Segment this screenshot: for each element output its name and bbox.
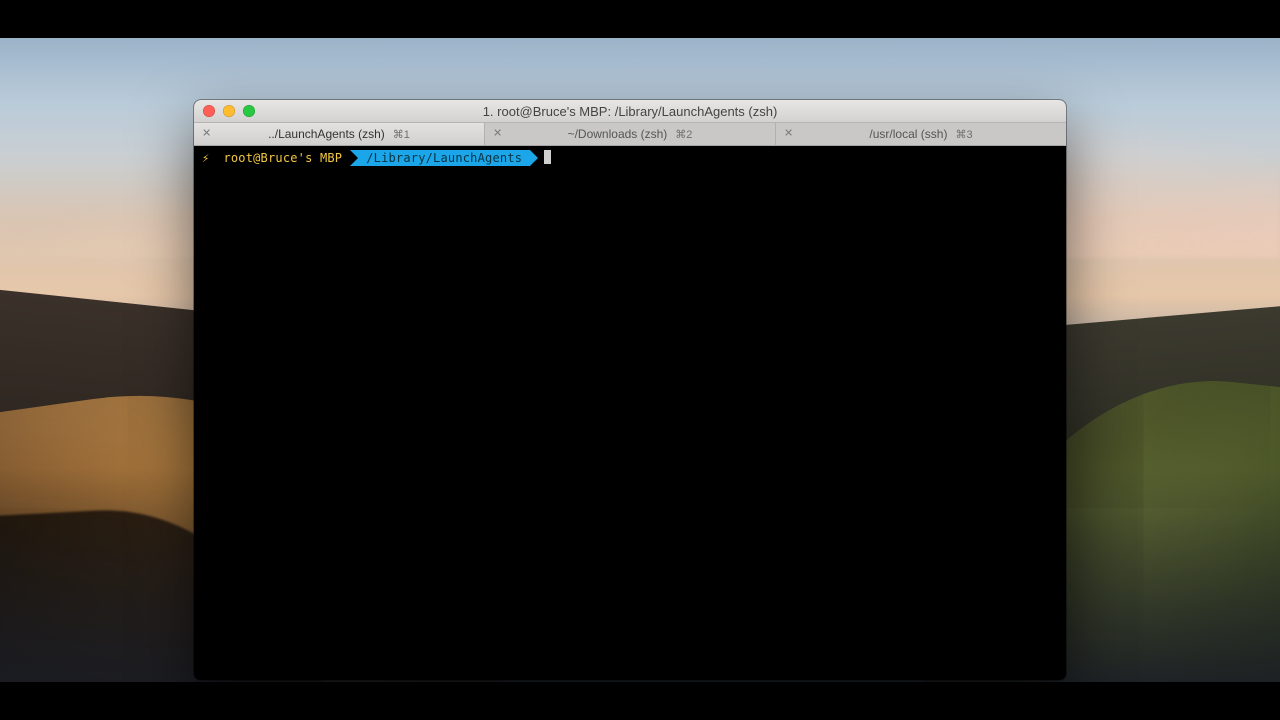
chevron-right-icon <box>350 150 358 166</box>
bolt-icon: ⚡ <box>202 150 215 166</box>
desktop-wallpaper: 1. root@Bruce's MBP: /Library/LaunchAgen… <box>0 38 1280 682</box>
tab-label: ~/Downloads (zsh) <box>568 127 668 141</box>
close-icon[interactable]: ✕ <box>202 129 211 140</box>
letterbox-bottom <box>0 682 1280 720</box>
tab-label: ../LaunchAgents (zsh) <box>268 127 385 141</box>
close-icon[interactable]: ✕ <box>493 129 502 140</box>
zoom-button[interactable] <box>243 105 255 117</box>
window-title: 1. root@Bruce's MBP: /Library/LaunchAgen… <box>483 104 778 119</box>
tab-shortcut: ⌘2 <box>675 128 692 141</box>
minimize-button[interactable] <box>223 105 235 117</box>
cursor <box>544 150 551 164</box>
tab-3[interactable]: ✕ /usr/local (ssh) ⌘3 <box>776 123 1066 145</box>
tab-bar: ✕ ../LaunchAgents (zsh) ⌘1 ✕ ~/Downloads… <box>194 123 1066 146</box>
titlebar[interactable]: 1. root@Bruce's MBP: /Library/LaunchAgen… <box>194 100 1066 123</box>
close-button[interactable] <box>203 105 215 117</box>
tab-label: /usr/local (ssh) <box>869 127 947 141</box>
tab-shortcut: ⌘3 <box>955 128 972 141</box>
prompt-user-host: root@Bruce's MBP <box>215 150 350 166</box>
chevron-right-icon <box>530 150 538 166</box>
tab-2[interactable]: ✕ ~/Downloads (zsh) ⌘2 <box>485 123 776 145</box>
traffic-lights <box>203 105 255 117</box>
prompt-path: /Library/LaunchAgents <box>358 150 530 166</box>
tab-1[interactable]: ✕ ../LaunchAgents (zsh) ⌘1 <box>194 123 485 145</box>
tab-shortcut: ⌘1 <box>393 128 410 141</box>
letterbox-top <box>0 0 1280 38</box>
prompt: ⚡root@Bruce's MBP/Library/LaunchAgents <box>202 150 538 166</box>
terminal-window: 1. root@Bruce's MBP: /Library/LaunchAgen… <box>194 100 1066 680</box>
close-icon[interactable]: ✕ <box>784 129 793 140</box>
terminal-body[interactable]: ⚡root@Bruce's MBP/Library/LaunchAgents <box>194 146 1066 680</box>
